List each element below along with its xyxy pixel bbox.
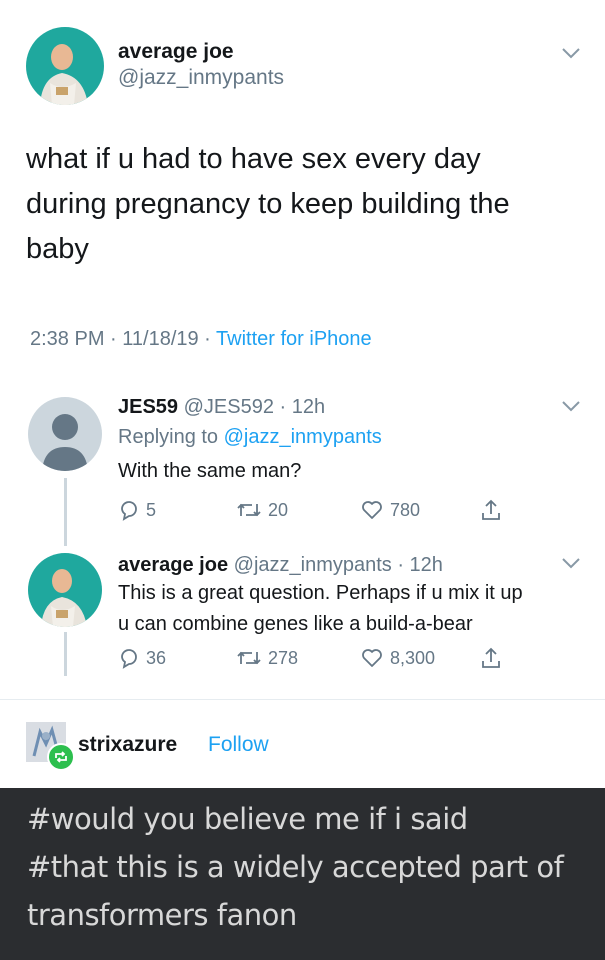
tweet-text: what if u had to have sex every day duri… [26, 137, 586, 272]
reblog-badge [47, 743, 75, 771]
reply-header: JES59 @JES592 · 12h [118, 396, 325, 419]
retweet-icon [237, 503, 261, 517]
reply-text: This is a great question. Perhaps if u m… [118, 578, 588, 640]
replying-prefix: Replying to [118, 426, 224, 448]
comment-icon [121, 649, 137, 669]
reply-text-line: u can combine genes like a build-a-bear [118, 613, 473, 635]
follow-button[interactable]: Follow [208, 733, 269, 757]
tweet-text-line: baby [26, 233, 89, 265]
reply-handle-time: @JES592 · 12h [178, 396, 326, 418]
default-avatar[interactable] [28, 397, 102, 471]
reply-author-name[interactable]: average joe [118, 554, 228, 576]
like-count: 8,300 [390, 647, 436, 668]
author-name[interactable]: average joe [118, 40, 234, 64]
reply-actions: 5 20 780 [118, 497, 518, 523]
reply-count: 36 [146, 647, 167, 668]
reply-count: 5 [146, 499, 157, 520]
retweet-icon [237, 651, 261, 665]
thread-line [64, 632, 67, 676]
avatar[interactable] [28, 553, 102, 627]
timestamp: 2:38 PM · 11/18/19 · [30, 328, 217, 350]
tags-box: #would you believe me if i said #that th… [0, 788, 605, 960]
reply-actions: 36 278 8,300 [118, 645, 518, 671]
avatar[interactable] [26, 27, 104, 105]
replying-handle-link[interactable]: @jazz_inmypants [224, 426, 382, 448]
reply-text-line: This is a great question. Perhaps if u m… [118, 582, 523, 604]
thread-line [64, 478, 67, 546]
chevron-down-icon[interactable] [560, 399, 582, 413]
retweet-button[interactable]: 278 [236, 648, 298, 669]
like-button[interactable]: 780 [360, 499, 420, 521]
comment-icon [121, 501, 137, 521]
retweet-count: 278 [268, 647, 299, 668]
like-button[interactable]: 8,300 [360, 647, 435, 669]
reply-header: average joe @jazz_inmypants · 12h [118, 554, 443, 577]
reply-button[interactable]: 36 [118, 647, 166, 669]
share-icon [482, 499, 500, 520]
reply-author-name[interactable]: JES59 [118, 396, 178, 418]
retweet-button[interactable]: 20 [236, 500, 288, 521]
tweet-text-line: what if u had to have sex every day [26, 143, 481, 175]
chevron-down-icon[interactable] [560, 556, 582, 570]
tweet-source-link[interactable]: Twitter for iPhone [216, 328, 372, 350]
tag[interactable]: transformers fanon [27, 898, 297, 932]
divider [0, 699, 605, 700]
share-button[interactable] [480, 646, 502, 670]
share-button[interactable] [480, 498, 502, 522]
retweet-count: 20 [268, 499, 289, 520]
reply-button[interactable]: 5 [118, 499, 156, 521]
reply-handle-time: @jazz_inmypants · 12h [228, 554, 443, 576]
heart-icon [362, 649, 382, 667]
reblog-icon [55, 751, 67, 763]
like-count: 780 [390, 499, 421, 520]
chevron-down-icon[interactable] [560, 46, 582, 60]
tumblr-username[interactable]: strixazure [78, 733, 177, 757]
tag[interactable]: #that this is a widely accepted part of [27, 850, 564, 884]
replying-to: Replying to @jazz_inmypants [118, 426, 382, 449]
tag[interactable]: #would you believe me if i said [27, 802, 468, 836]
tweet-meta: 2:38 PM · 11/18/19 · Twitter for iPhone [30, 328, 372, 351]
author-handle[interactable]: @jazz_inmypants [118, 66, 284, 90]
share-icon [482, 647, 500, 668]
reply-text: With the same man? [118, 460, 302, 482]
tweet-text-line: during pregnancy to keep building the [26, 188, 510, 220]
heart-icon [362, 501, 382, 519]
